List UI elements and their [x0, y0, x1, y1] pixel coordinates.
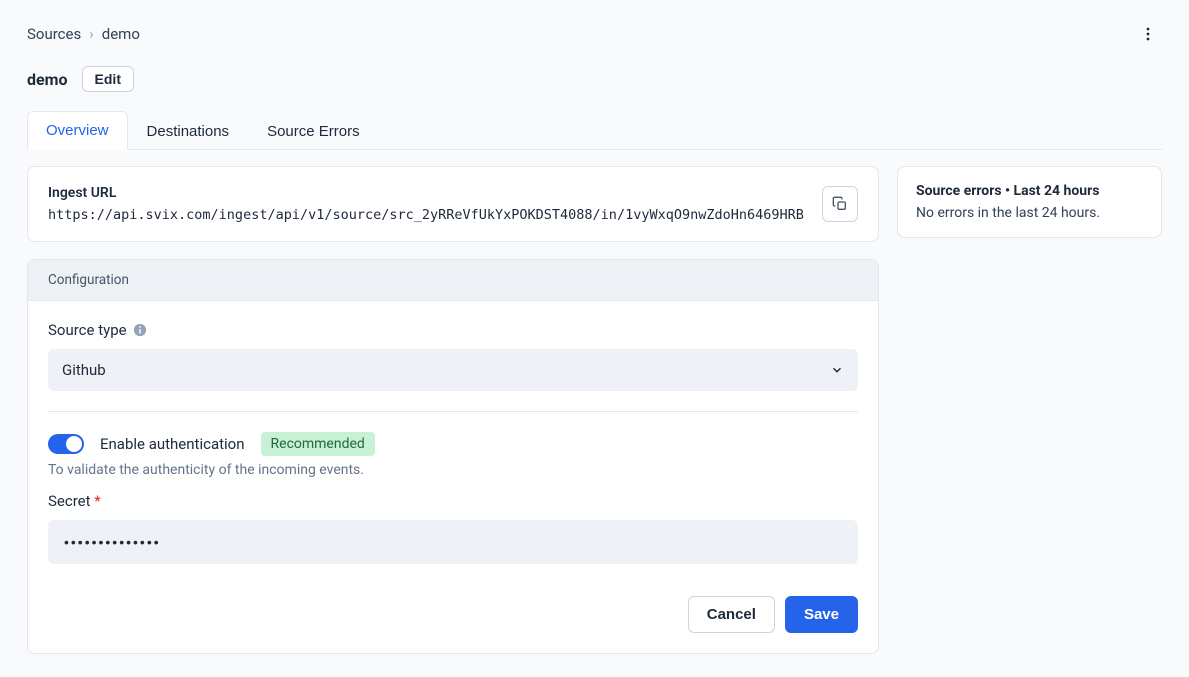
ingest-url-value: https://api.svix.com/ingest/api/v1/sourc…: [48, 207, 810, 223]
enable-auth-toggle[interactable]: [48, 434, 84, 454]
kebab-icon: [1140, 26, 1156, 42]
toggle-knob: [66, 436, 82, 452]
source-errors-body: No errors in the last 24 hours.: [916, 205, 1143, 221]
configuration-card: Configuration Source type Github Enable …: [27, 259, 879, 654]
breadcrumb: Sources › demo: [27, 25, 140, 43]
tab-source-errors[interactable]: Source Errors: [248, 111, 379, 150]
more-options-button[interactable]: [1134, 20, 1162, 48]
info-icon: [133, 323, 147, 337]
breadcrumb-root[interactable]: Sources: [27, 25, 81, 43]
secret-label: Secret *: [48, 492, 858, 510]
ingest-url-label: Ingest URL: [48, 185, 810, 201]
copy-url-button[interactable]: [822, 186, 858, 222]
recommended-badge: Recommended: [261, 432, 375, 456]
copy-icon: [832, 196, 848, 212]
divider: [48, 411, 858, 412]
source-errors-card: Source errors • Last 24 hours No errors …: [897, 166, 1162, 238]
breadcrumb-separator: ›: [89, 25, 94, 43]
source-type-value: Github: [62, 361, 106, 379]
cancel-button[interactable]: Cancel: [688, 596, 775, 633]
required-asterisk: *: [94, 492, 100, 510]
enable-auth-label: Enable authentication: [100, 435, 245, 453]
chevron-down-icon: [830, 363, 844, 377]
tab-destinations[interactable]: Destinations: [128, 111, 249, 150]
secret-input[interactable]: [48, 520, 858, 564]
edit-button[interactable]: Edit: [82, 66, 134, 92]
source-type-label: Source type: [48, 321, 858, 339]
source-errors-title: Source errors • Last 24 hours: [916, 183, 1143, 199]
source-type-select[interactable]: Github: [48, 349, 858, 391]
breadcrumb-current: demo: [102, 25, 140, 43]
tab-overview[interactable]: Overview: [27, 111, 128, 150]
save-button[interactable]: Save: [785, 596, 858, 633]
ingest-url-card: Ingest URL https://api.svix.com/ingest/a…: [27, 166, 879, 242]
configuration-header: Configuration: [28, 260, 878, 301]
auth-help-text: To validate the authenticity of the inco…: [48, 462, 858, 478]
tabs: Overview Destinations Source Errors: [27, 110, 1162, 150]
page-title: demo: [27, 70, 68, 89]
